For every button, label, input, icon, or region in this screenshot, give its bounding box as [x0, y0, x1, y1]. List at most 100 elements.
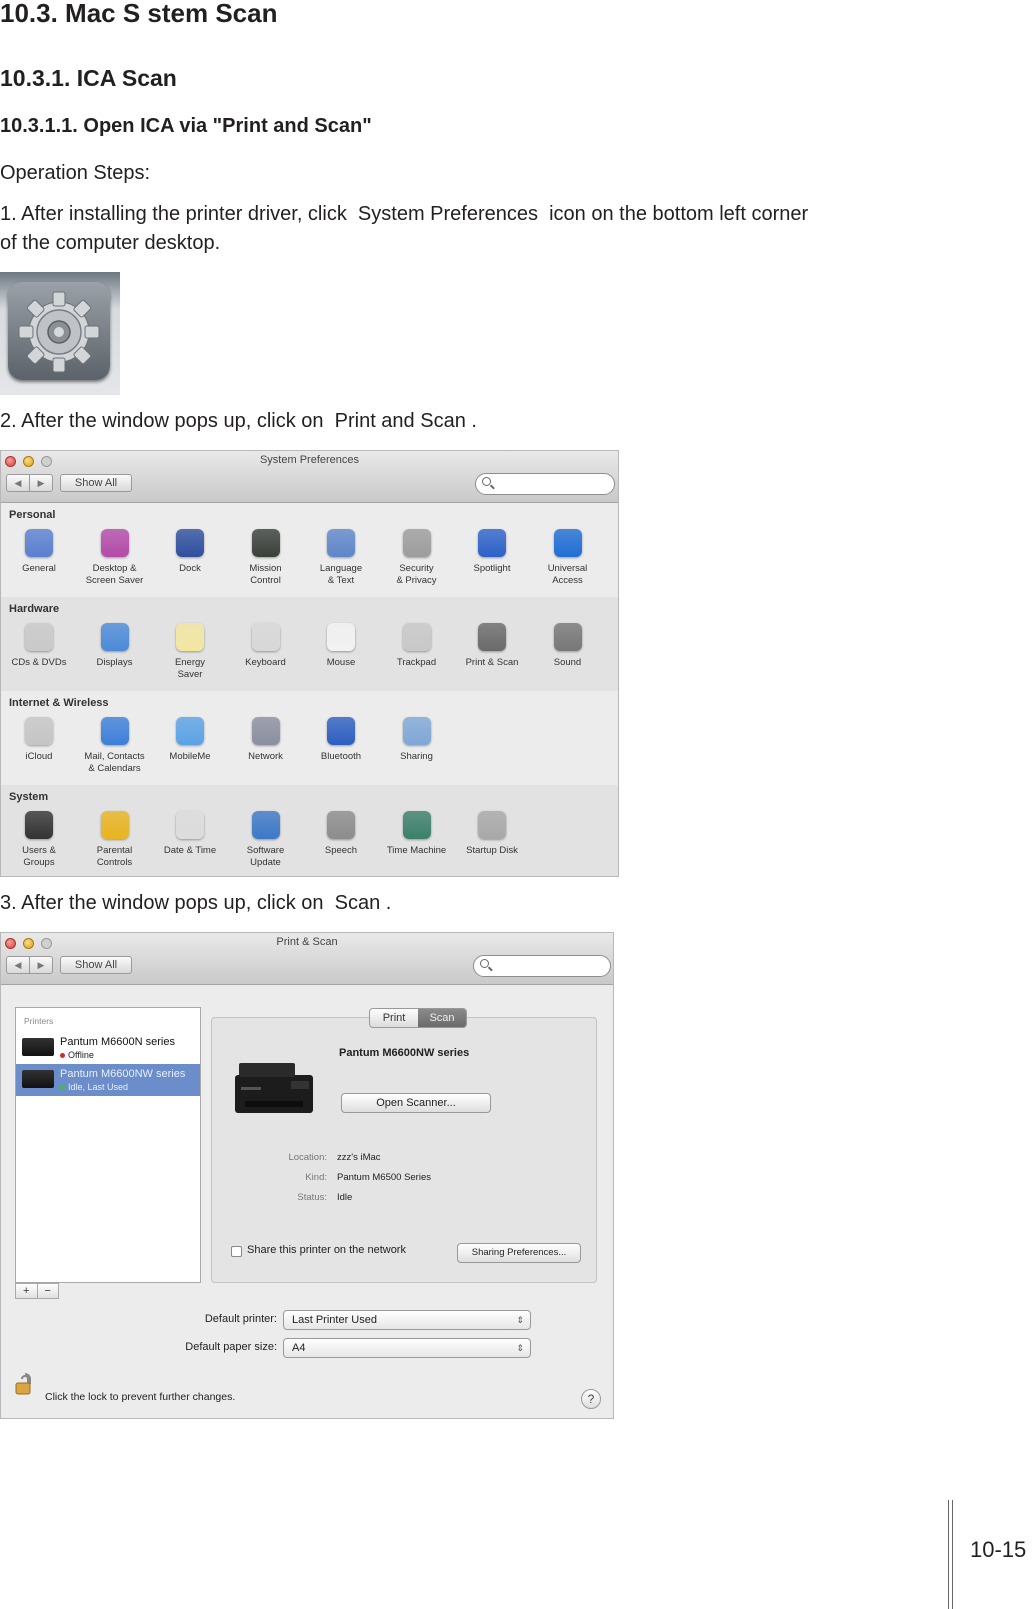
pref-item-displays[interactable]: Displays: [78, 623, 152, 669]
forward-icon[interactable]: ▶: [30, 957, 52, 973]
pref-item-trackpad[interactable]: Trackpad: [380, 623, 454, 669]
default-printer-label: Default printer:: [204, 1313, 277, 1325]
printer-row-m6600n[interactable]: Pantum M6600N series Offline: [16, 1032, 200, 1064]
pref-item-general[interactable]: General: [2, 529, 76, 575]
pref-item-language[interactable]: Language & Text: [304, 529, 378, 587]
pref-item-mission-control[interactable]: Mission Control: [229, 529, 303, 587]
sharing-preferences-button[interactable]: Sharing Preferences...: [457, 1243, 581, 1263]
pref-item-universal-access[interactable]: Universal Access: [531, 529, 605, 587]
share-printer-label: Share this printer on the network: [247, 1244, 406, 1256]
mail-icon: [100, 717, 129, 745]
pref-item-label: Speech: [324, 845, 358, 856]
nav-buttons: ◀ ▶: [6, 474, 53, 492]
pref-item-label: Sharing: [400, 751, 433, 762]
pref-item-energy[interactable]: Energy Saver: [153, 623, 227, 681]
pref-item-mouse[interactable]: Mouse: [304, 623, 378, 669]
page-number: 10-15: [970, 1537, 1027, 1562]
system-preferences-icon-image: [0, 272, 120, 395]
displays-icon: [100, 623, 129, 651]
pref-item-desktop[interactable]: Desktop & Screen Saver: [78, 529, 152, 587]
pref-item-microphone[interactable]: Speech: [304, 811, 378, 857]
bluetooth-icon: [327, 717, 355, 745]
pref-item-sharing[interactable]: Sharing: [380, 717, 454, 763]
pref-item-label: Date & Time: [163, 845, 217, 856]
mouse-icon: [327, 623, 355, 651]
sound-icon: [553, 623, 582, 651]
pref-item-label: Spotlight: [473, 563, 511, 574]
desktop-icon: [100, 529, 129, 557]
pref-item-dock[interactable]: Dock: [153, 529, 227, 575]
printer-icon: [22, 1038, 54, 1056]
default-paper-value: A4: [292, 1342, 306, 1354]
pref-item-disk[interactable]: Startup Disk: [455, 811, 529, 857]
pref-item-cd[interactable]: CDs & DVDs: [2, 623, 76, 669]
printer-name: Pantum M6600N series: [60, 1036, 175, 1048]
pref-item-label: Displays: [96, 657, 133, 668]
step-1-line-1: 1. After installing the printer driver, …: [0, 203, 809, 225]
pref-item-label: Software Update: [246, 845, 285, 868]
default-paper-select[interactable]: A4 ⇕: [283, 1338, 531, 1358]
pref-item-bluetooth[interactable]: Bluetooth: [304, 717, 378, 763]
open-scanner-button[interactable]: Open Scanner...: [341, 1093, 491, 1113]
show-all-button[interactable]: Show All: [60, 956, 132, 974]
section-title: Personal: [9, 509, 56, 521]
clock-icon: [176, 811, 204, 839]
remove-printer-button[interactable]: −: [38, 1284, 59, 1298]
printer-row-m6600nw[interactable]: Pantum M6600NW series Idle, Last Used: [16, 1064, 200, 1096]
default-printer-select[interactable]: Last Printer Used ⇕: [283, 1310, 531, 1330]
search-input[interactable]: [473, 955, 611, 977]
search-input[interactable]: [475, 473, 615, 495]
selected-printer-name: Pantum M6600NW series: [339, 1047, 470, 1059]
printer-icon: [22, 1070, 54, 1088]
back-icon[interactable]: ◀: [7, 475, 30, 491]
nav-buttons: ◀ ▶: [6, 956, 53, 974]
section-system: System Users & Groups Parental Controls Dat…: [1, 785, 618, 876]
pref-item-icloud[interactable]: iCloud: [2, 717, 76, 763]
print-scan-window: Print & Scan ◀ ▶ Show All Printers Pantu…: [0, 932, 614, 1419]
pref-item-label: iCloud: [25, 751, 53, 762]
help-button[interactable]: ?: [581, 1389, 601, 1409]
pref-item-mobileme[interactable]: MobileMe: [153, 717, 227, 763]
status-dot-icon: [60, 1053, 65, 1058]
gear-icon: [8, 282, 110, 380]
pref-item-label: Security & Privacy: [396, 563, 437, 586]
pref-item-label: Universal Access: [547, 563, 588, 586]
back-icon[interactable]: ◀: [7, 957, 30, 973]
pref-item-parental[interactable]: Parental Controls: [78, 811, 152, 869]
sharing-icon: [402, 717, 431, 745]
printer-status: Offline: [68, 1050, 94, 1060]
pref-item-label: Mouse: [326, 657, 356, 668]
location-label: Location:: [288, 1152, 327, 1163]
forward-icon[interactable]: ▶: [30, 475, 52, 491]
pref-item-keyboard[interactable]: Keyboard: [229, 623, 303, 669]
pref-item-printer[interactable]: Print & Scan: [455, 623, 529, 669]
show-all-button[interactable]: Show All: [60, 474, 132, 492]
pref-item-label: Time Machine: [386, 845, 447, 856]
pref-item-time-machine[interactable]: Time Machine: [380, 811, 454, 857]
pref-item-update[interactable]: Software Update: [229, 811, 303, 869]
status-dot-icon: [60, 1085, 65, 1090]
pref-item-security[interactable]: Security & Privacy: [380, 529, 454, 587]
tab-print[interactable]: Print: [370, 1009, 418, 1027]
window-titlebar: System Preferences ◀ ▶ Show All: [1, 451, 618, 503]
section-personal: Personal General Desktop & Screen Saver Doc…: [1, 503, 618, 597]
pref-item-label: Language & Text: [319, 563, 363, 586]
search-icon: [482, 477, 491, 486]
pref-item-label: Keyboard: [245, 657, 286, 668]
printer-name: Pantum M6600NW series: [60, 1068, 186, 1080]
pref-item-mail[interactable]: Mail, Contacts & Calendars: [78, 717, 152, 775]
status-label: Status:: [297, 1192, 327, 1203]
universal-access-icon: [553, 529, 582, 557]
tab-scan[interactable]: Scan: [418, 1009, 466, 1027]
pref-item-sound[interactable]: Sound: [531, 623, 605, 669]
system-preferences-window: System Preferences ◀ ▶ Show All Personal…: [0, 450, 619, 877]
share-printer-checkbox[interactable]: [231, 1246, 242, 1257]
add-printer-button[interactable]: +: [16, 1284, 38, 1298]
subsection-heading: 10.3.1. ICA Scan: [0, 65, 177, 91]
lock-icon[interactable]: [15, 1373, 35, 1395]
pref-item-network[interactable]: Network: [229, 717, 303, 763]
pref-item-clock[interactable]: Date & Time: [153, 811, 227, 857]
pref-item-spotlight[interactable]: Spotlight: [455, 529, 529, 575]
keyboard-icon: [251, 623, 280, 651]
pref-item-users[interactable]: Users & Groups: [2, 811, 76, 869]
